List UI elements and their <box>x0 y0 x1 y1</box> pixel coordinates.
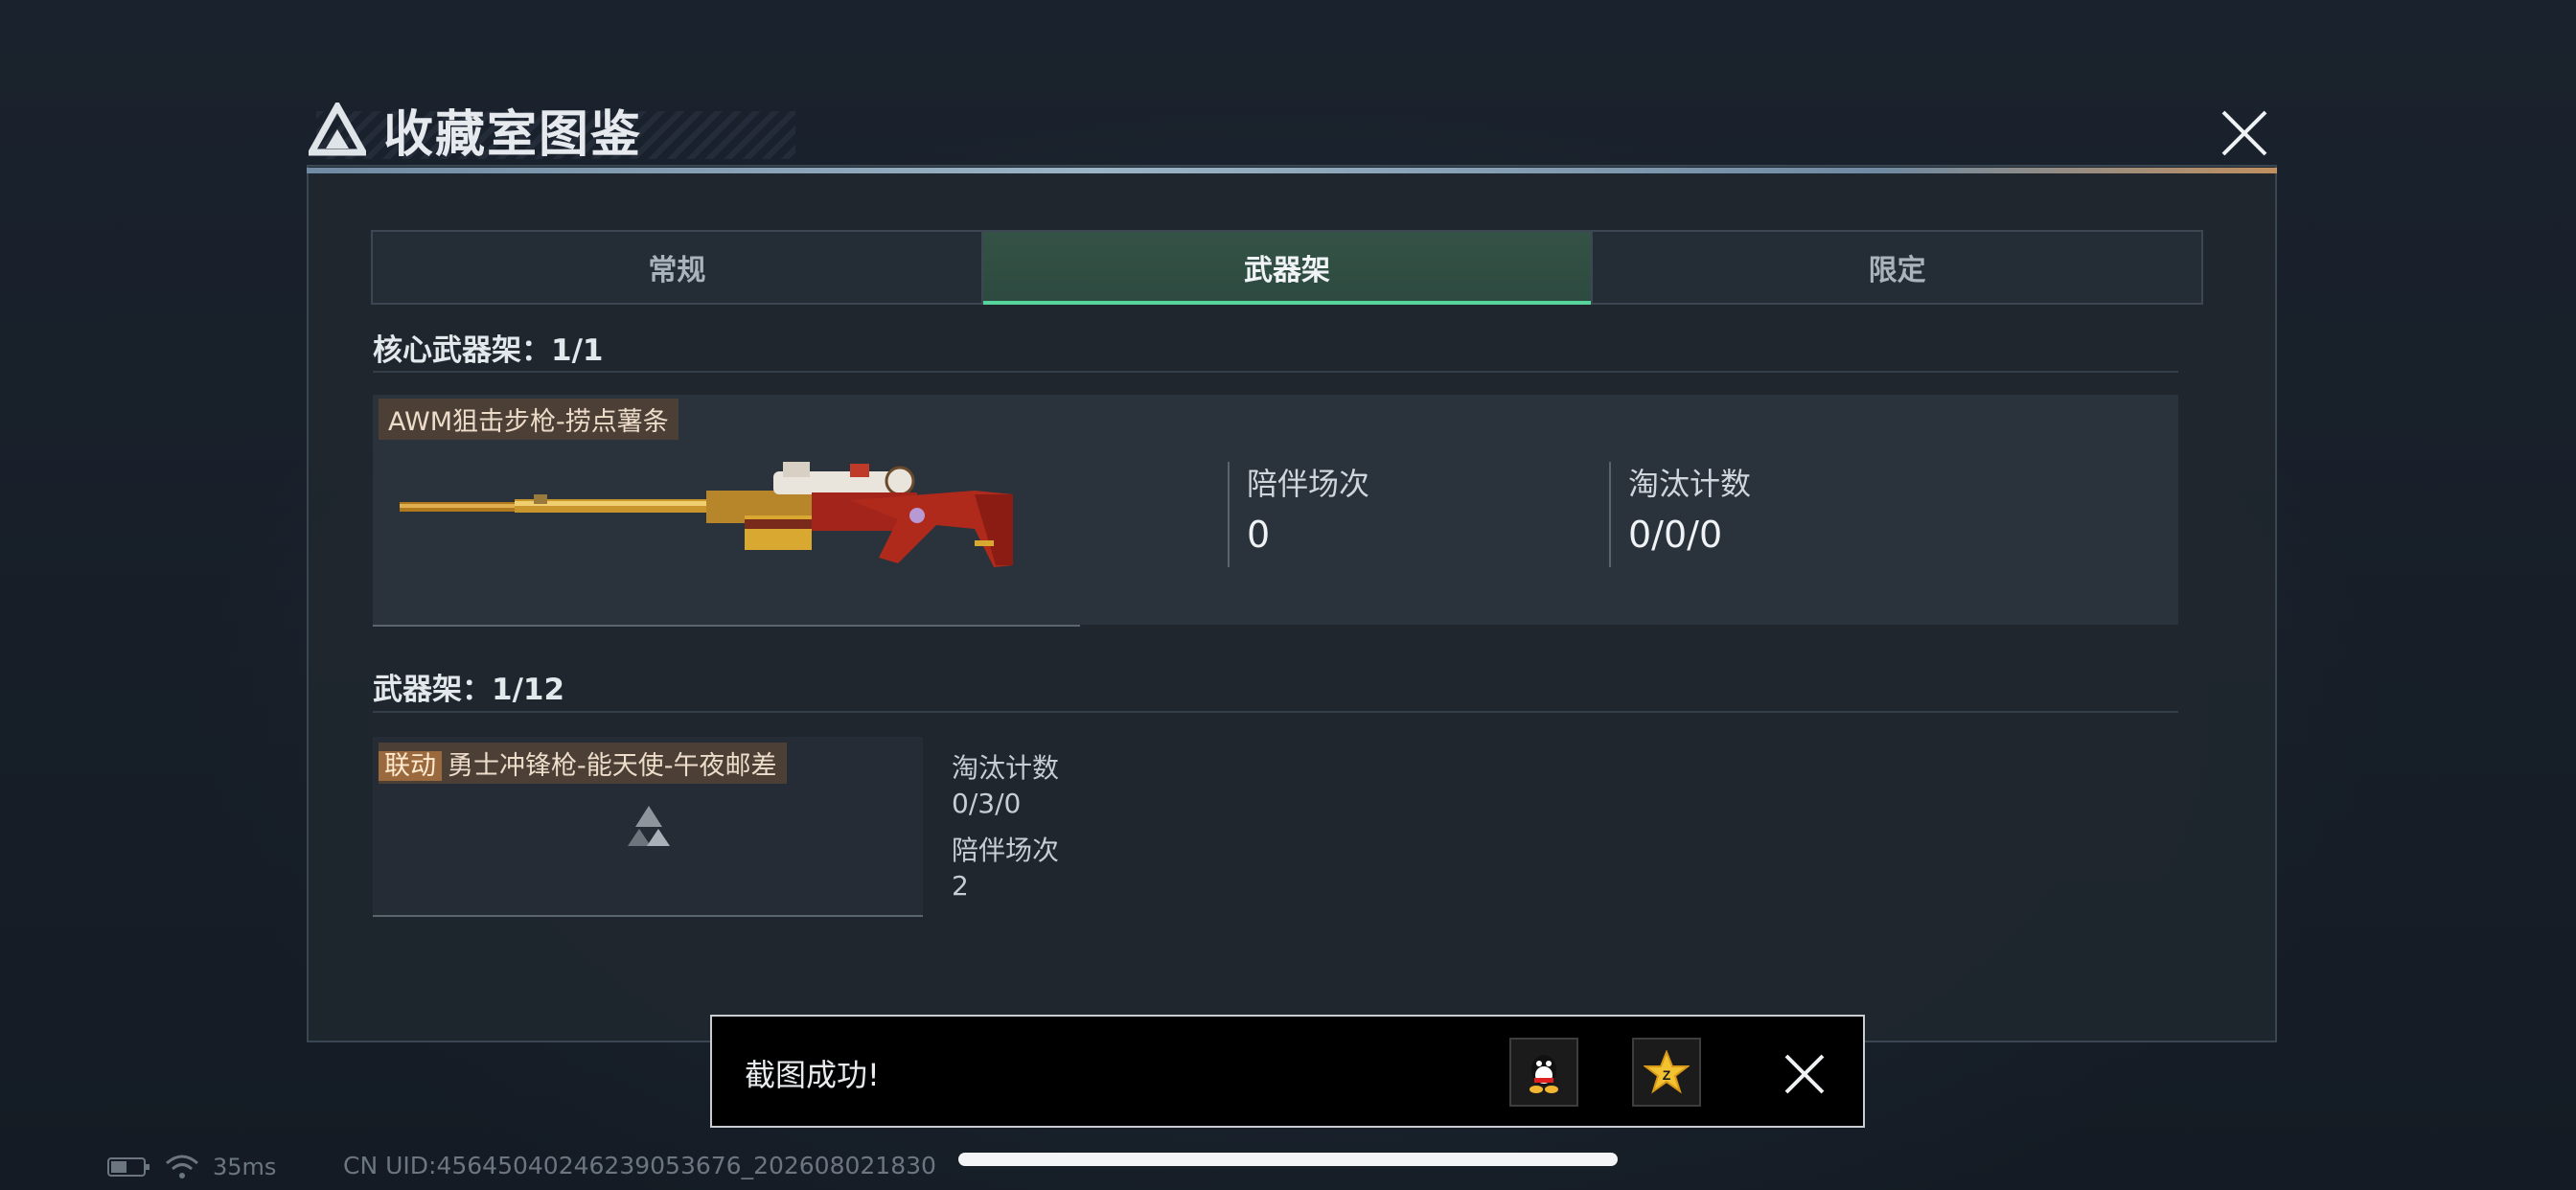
tab-limited[interactable]: 限定 <box>1593 232 2201 303</box>
rack-kill-value: 0/3/0 <box>952 788 1022 819</box>
rack-match-value: 2 <box>952 870 969 902</box>
delta-logo-icon <box>309 103 366 156</box>
kill-count-label: 淘汰计数 <box>1628 466 1752 502</box>
svg-text:Z: Z <box>1663 1067 1671 1083</box>
share-qq-button[interactable] <box>1509 1038 1578 1107</box>
match-count-value: 0 <box>1247 514 1271 556</box>
weapon-name-tag: AWM狙击步枪-捞点薯条 <box>379 399 678 440</box>
stat-divider <box>1228 462 1230 567</box>
section-divider <box>373 371 2178 373</box>
section-divider <box>373 711 2178 713</box>
tab-weapon-rack[interactable]: 武器架 <box>982 232 1594 305</box>
battery-icon <box>107 1157 150 1177</box>
qzone-icon: Z <box>1644 1050 1690 1094</box>
sniper-rifle-image <box>400 462 1013 567</box>
ping-value: 35ms <box>213 1154 277 1180</box>
category-tabs: 常规 武器架 限定 <box>371 230 2203 305</box>
share-qzone-button[interactable]: Z <box>1632 1038 1701 1107</box>
weapon-name: 勇士冲锋枪-能天使-午夜邮差 <box>448 751 777 781</box>
modal-title: 收藏室图鉴 <box>383 105 643 164</box>
core-rack-title: 核心武器架：1/1 <box>373 333 604 368</box>
home-indicator[interactable] <box>958 1153 1618 1166</box>
toast-message: 截图成功! <box>745 1057 880 1093</box>
placeholder-logo-icon <box>628 806 670 846</box>
close-modal-button[interactable] <box>2204 102 2285 165</box>
core-weapon-card[interactable]: AWM狙击步枪-捞点薯条 陪伴场次 0 淘汰计数 0/0/0 <box>373 395 2178 627</box>
collab-badge: 联动 <box>379 751 442 781</box>
modal-header: 收藏室图鉴 <box>309 98 642 164</box>
weapon-name-tag: 联动 勇士冲锋枪-能天使-午夜邮差 <box>379 743 787 784</box>
close-icon <box>2221 110 2267 156</box>
stat-divider <box>1609 462 1611 567</box>
weapon-rack-title: 武器架：1/12 <box>373 673 565 707</box>
rack-match-label: 陪伴场次 <box>952 835 1060 866</box>
screenshot-toast: 截图成功! Z <box>710 1015 1865 1128</box>
close-icon <box>1784 1054 1825 1094</box>
toast-close-button[interactable] <box>1776 1045 1833 1103</box>
rack-kill-label: 淘汰计数 <box>952 752 1060 784</box>
weapon-rack-card[interactable]: 联动 勇士冲锋枪-能天使-午夜邮差 <box>373 737 923 917</box>
tab-regular[interactable]: 常规 <box>373 232 983 303</box>
modal-top-border <box>307 168 2277 173</box>
status-bar: 35ms <box>107 1150 276 1184</box>
wifi-icon <box>166 1155 198 1179</box>
user-uid: CN UID:456450402462390536​76_20260802183… <box>343 1152 936 1179</box>
qq-icon <box>1530 1055 1558 1093</box>
kill-count-value: 0/0/0 <box>1628 514 1723 556</box>
match-count-label: 陪伴场次 <box>1247 466 1370 502</box>
